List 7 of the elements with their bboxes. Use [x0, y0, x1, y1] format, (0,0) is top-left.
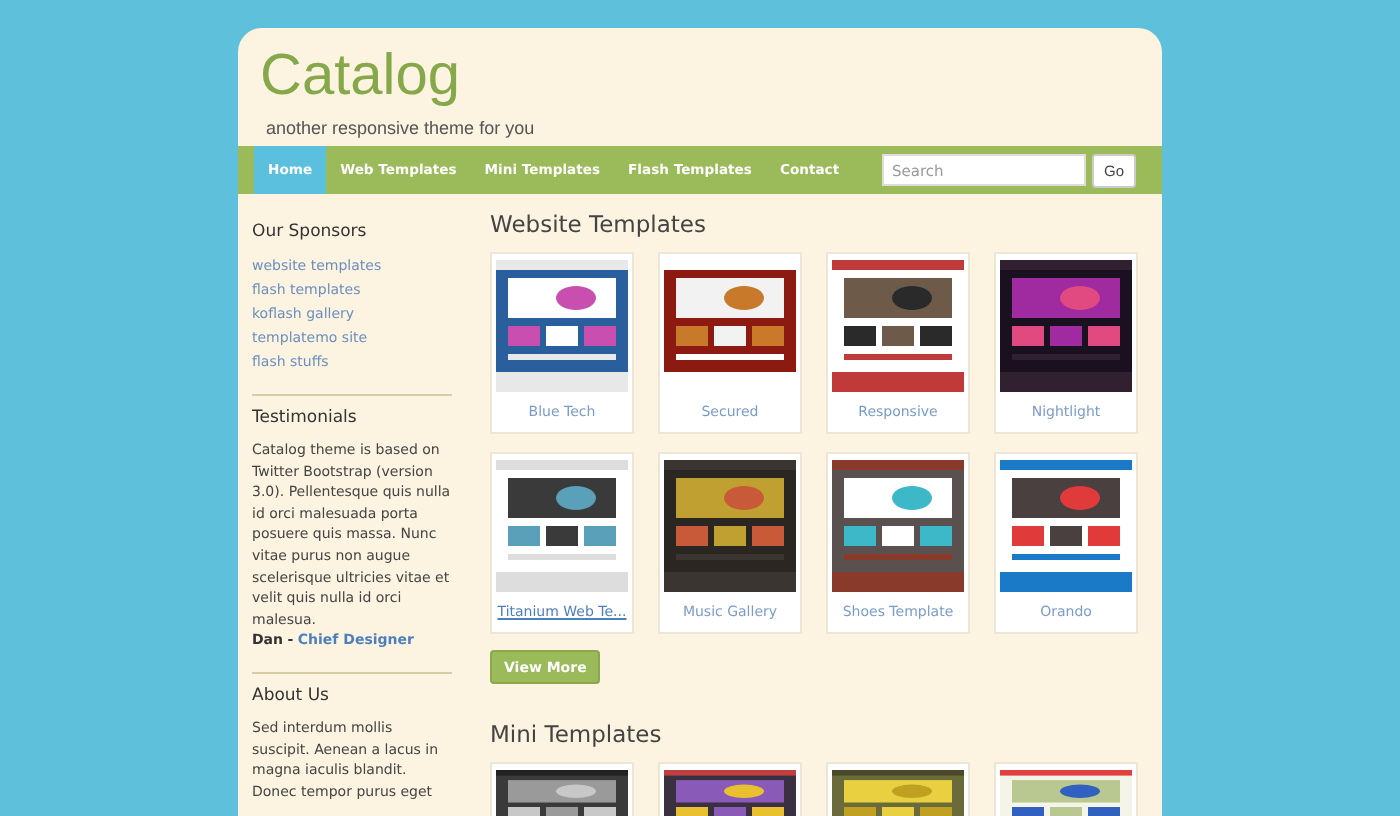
section-heading: Testimonials — [252, 406, 359, 430]
section-heading: About Us — [252, 683, 331, 708]
section-heading: Website Templates — [490, 208, 708, 240]
section-heading: Mini Templates — [490, 718, 664, 750]
section-heading: Our Sponsors — [252, 220, 369, 244]
site-tagline: another responsive theme for you — [266, 116, 535, 140]
site-title: Catalog — [260, 42, 460, 112]
